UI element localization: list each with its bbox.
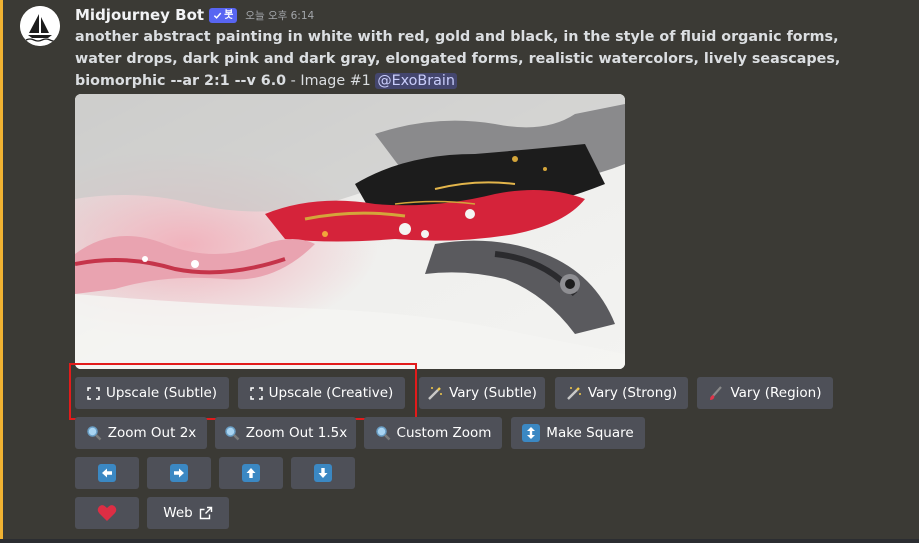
abstract-painting-image xyxy=(75,94,625,369)
magic-wand-icon xyxy=(427,385,443,401)
vary-subtle-button[interactable]: Vary (Subtle) xyxy=(419,377,545,409)
up-down-arrow-icon xyxy=(522,424,541,442)
left-arrow-icon xyxy=(98,464,116,482)
bottom-divider xyxy=(0,539,919,543)
bot-badge-label: 봇 xyxy=(224,9,234,21)
magnifier-icon xyxy=(86,425,102,441)
upscale-subtle-button[interactable]: Upscale (Subtle) xyxy=(75,377,229,409)
checkmark-icon xyxy=(213,12,222,19)
down-arrow-icon xyxy=(314,464,332,482)
image-index-text: - Image #1 xyxy=(286,73,376,89)
expand-corners-icon xyxy=(87,386,100,400)
vary-subtle-label: Vary (Subtle) xyxy=(449,385,537,401)
new-message-indicator xyxy=(0,0,3,543)
sailboat-logo-icon xyxy=(20,6,60,46)
pan-right-button[interactable] xyxy=(147,457,211,489)
zoom-out-1-5x-label: Zoom Out 1.5x xyxy=(245,425,348,441)
bot-badge: 봇 xyxy=(209,7,238,23)
upscale-creative-button[interactable]: Upscale (Creative) xyxy=(238,377,405,409)
magic-wand-icon xyxy=(566,385,582,401)
prompt-text: another abstract painting in white with … xyxy=(75,29,841,89)
right-arrow-icon xyxy=(170,464,188,482)
bot-avatar[interactable] xyxy=(20,6,60,46)
vary-region-button[interactable]: Vary (Region) xyxy=(697,377,833,409)
make-square-button[interactable]: Make Square xyxy=(511,417,645,449)
magnifier-icon xyxy=(224,425,240,441)
heart-icon xyxy=(97,504,117,522)
upscale-creative-label: Upscale (Creative) xyxy=(268,385,394,401)
expand-corners-icon xyxy=(249,386,263,400)
paintbrush-icon xyxy=(708,385,724,401)
vary-region-label: Vary (Region) xyxy=(730,385,822,401)
magnifier-icon xyxy=(375,425,391,441)
message-timestamp: 오늘 오후 6:14 xyxy=(245,9,315,22)
make-square-label: Make Square xyxy=(546,425,634,441)
pan-down-button[interactable] xyxy=(291,457,355,489)
zoom-out-1-5x-button[interactable]: Zoom Out 1.5x xyxy=(215,417,356,449)
vary-strong-button[interactable]: Vary (Strong) xyxy=(555,377,688,409)
up-arrow-icon xyxy=(242,464,260,482)
favorite-button[interactable] xyxy=(75,497,139,529)
message-header: Midjourney Bot 봇 오늘 오후 6:14 xyxy=(75,4,314,26)
zoom-out-2x-button[interactable]: Zoom Out 2x xyxy=(75,417,207,449)
user-mention[interactable]: @ExoBrain xyxy=(375,73,457,89)
upscale-subtle-label: Upscale (Subtle) xyxy=(105,385,218,401)
pan-left-button[interactable] xyxy=(75,457,139,489)
generated-image[interactable] xyxy=(75,94,625,369)
web-label: Web xyxy=(163,505,193,521)
custom-zoom-label: Custom Zoom xyxy=(396,425,492,441)
zoom-out-2x-label: Zoom Out 2x xyxy=(107,425,197,441)
web-link-button[interactable]: Web xyxy=(147,497,229,529)
custom-zoom-button[interactable]: Custom Zoom xyxy=(364,417,502,449)
external-link-icon xyxy=(199,506,213,520)
author-name[interactable]: Midjourney Bot xyxy=(75,6,204,24)
pan-up-button[interactable] xyxy=(219,457,283,489)
message-content: another abstract painting in white with … xyxy=(75,26,865,92)
vary-strong-label: Vary (Strong) xyxy=(587,385,678,401)
